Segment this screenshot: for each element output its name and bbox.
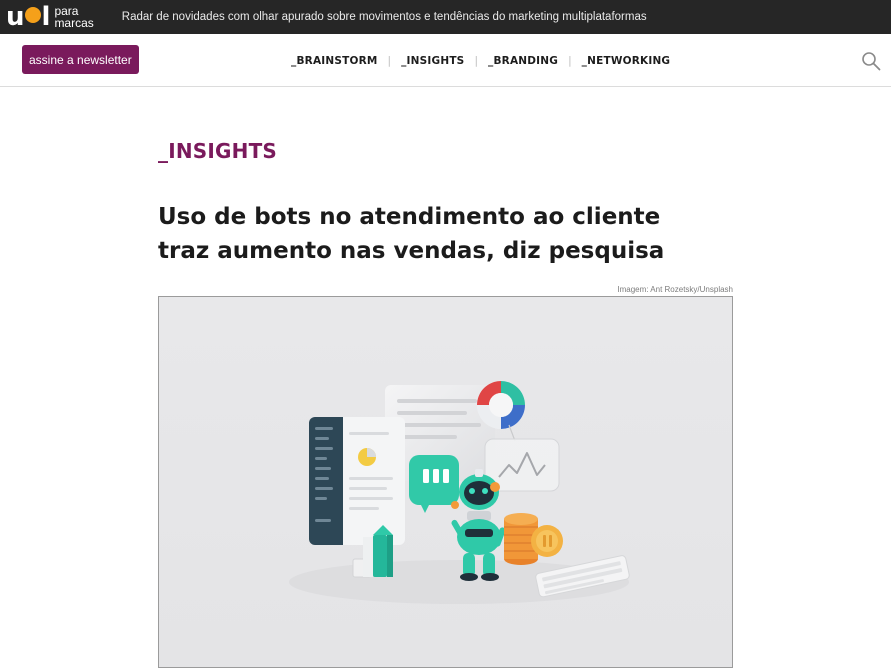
article-title: Uso de bots no atendimento ao cliente tr… bbox=[158, 204, 665, 264]
logo-sub-line2: marcas bbox=[54, 16, 94, 30]
search-icon[interactable] bbox=[861, 51, 881, 71]
nav-separator: | bbox=[474, 55, 478, 67]
article-section-label[interactable]: _INSIGHTS bbox=[158, 139, 277, 163]
top-bar: ul para marcas Radar de novidades com ol… bbox=[0, 0, 891, 34]
logo-subtitle: para marcas bbox=[54, 5, 93, 29]
bot-illustration bbox=[159, 297, 732, 667]
image-credit: Imagem: Ant Rozetsky/Unsplash bbox=[617, 285, 733, 294]
newsletter-button[interactable]: assine a newsletter bbox=[22, 45, 139, 74]
nav-separator: | bbox=[387, 55, 392, 67]
nav-bar: assine a newsletter _BRAINSTORM | _INSIG… bbox=[0, 34, 891, 87]
nav-item-insights[interactable]: _INSIGHTS bbox=[401, 55, 464, 67]
site-tagline: Radar de novidades com olhar apurado sob… bbox=[121, 11, 647, 23]
nav-separator: | bbox=[568, 55, 572, 67]
nav-item-brainstorm[interactable]: _BRAINSTORM bbox=[291, 55, 378, 67]
hero-image bbox=[158, 296, 733, 668]
logo-wordmark: ul bbox=[6, 2, 50, 32]
uol-para-marcas-logo[interactable]: ul para marcas bbox=[6, 0, 94, 34]
main-menu: _BRAINSTORM | _INSIGHTS | _BRANDING | _N… bbox=[291, 55, 670, 67]
nav-item-branding[interactable]: _BRANDING bbox=[488, 55, 558, 67]
logo-dot bbox=[24, 7, 41, 23]
nav-item-networking[interactable]: _NETWORKING bbox=[582, 55, 671, 67]
